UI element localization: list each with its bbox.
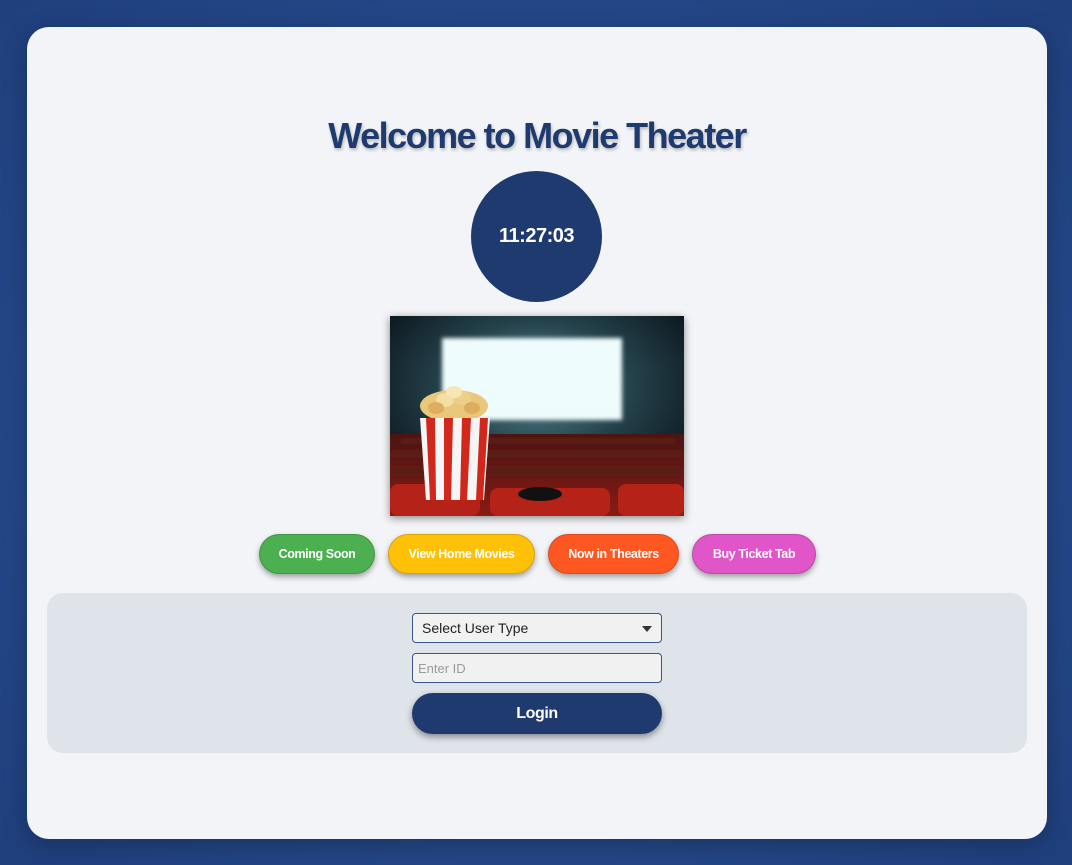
view-home-movies-label: View Home Movies: [408, 547, 515, 561]
now-in-theaters-label: Now in Theaters: [568, 547, 659, 561]
coming-soon-label: Coming Soon: [278, 547, 356, 561]
login-button[interactable]: Login: [412, 693, 662, 734]
buy-ticket-tab-label: Buy Ticket Tab: [712, 547, 796, 561]
clock-time: 11:27:03: [499, 225, 574, 247]
now-in-theaters-button[interactable]: Now in Theaters: [548, 534, 679, 574]
id-input[interactable]: [412, 653, 662, 683]
login-panel: Select User Type Login: [47, 593, 1027, 753]
buy-ticket-tab-button[interactable]: Buy Ticket Tab: [692, 534, 816, 574]
clock-display: 11:27:03: [471, 171, 602, 302]
popcorn-cinema-image: [390, 316, 684, 516]
chevron-down-icon: [642, 626, 652, 632]
page-title: Welcome to Movie Theater: [328, 115, 747, 156]
main-card: Welcome to Movie Theater 11:27:03 Coming…: [27, 27, 1047, 839]
user-type-selected-value: Select User Type: [422, 620, 529, 636]
coming-soon-button[interactable]: Coming Soon: [259, 534, 375, 574]
login-button-label: Login: [516, 704, 558, 722]
view-home-movies-button[interactable]: View Home Movies: [388, 534, 535, 574]
nav-button-row: Coming Soon View Home Movies Now in Thea…: [27, 534, 1047, 574]
user-type-select[interactable]: Select User Type: [412, 613, 662, 643]
